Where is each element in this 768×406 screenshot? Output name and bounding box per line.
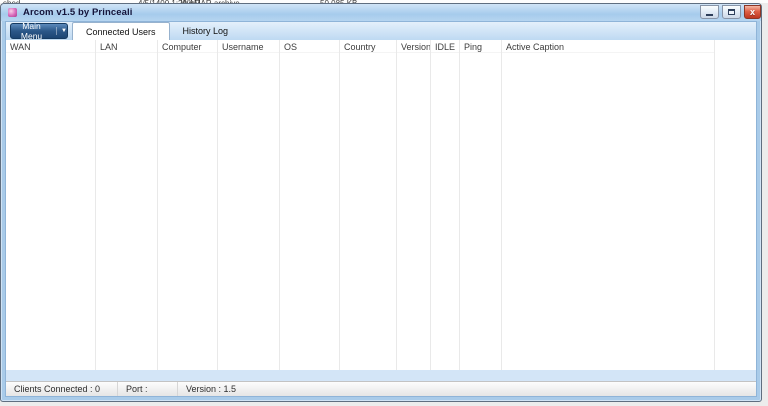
- column-header-version[interactable]: Version: [397, 40, 430, 53]
- status-panel-clients-connected: Clients Connected : 0: [6, 382, 118, 396]
- tab-history-log[interactable]: History Log: [170, 22, 242, 40]
- column-computer: Computer: [158, 40, 218, 370]
- chevron-down-icon: ▼: [56, 27, 67, 35]
- status-panel-port: Port :: [118, 382, 178, 396]
- app-window: Arcom v1.5 by Princeali x Main Menu ▼ Co…: [0, 3, 762, 402]
- column-country: Country: [340, 40, 397, 370]
- tab-strip: Main Menu ▼ Connected UsersHistory Log: [6, 22, 756, 40]
- column-header-country[interactable]: Country: [340, 40, 396, 53]
- empty-band: [6, 370, 756, 381]
- column-header-active-caption[interactable]: Active Caption: [502, 40, 714, 53]
- tab-connected-users[interactable]: Connected Users: [72, 22, 170, 40]
- title-bar[interactable]: Arcom v1.5 by Princeali x: [1, 4, 761, 21]
- column-ping: Ping: [460, 40, 502, 370]
- app-icon: [8, 8, 17, 17]
- status-panel-version: Version : 1.5: [178, 382, 756, 396]
- maximize-button[interactable]: [722, 5, 741, 19]
- tab-list: Connected UsersHistory Log: [72, 22, 241, 40]
- users-table: WANLANComputerUsernameOSCountryVersionID…: [6, 40, 756, 370]
- column-username: Username: [218, 40, 280, 370]
- column-os: OS: [280, 40, 340, 370]
- column-header-username[interactable]: Username: [218, 40, 279, 53]
- column-header-lan[interactable]: LAN: [96, 40, 157, 53]
- maximize-icon: [728, 9, 735, 15]
- column-header-computer[interactable]: Computer: [158, 40, 217, 53]
- window-title: Arcom v1.5 by Princeali: [23, 7, 133, 18]
- column-header-idle[interactable]: IDLE: [431, 40, 459, 53]
- minimize-icon: [706, 14, 713, 16]
- column-wan: WAN: [6, 40, 96, 370]
- close-button[interactable]: x: [744, 5, 761, 19]
- column-filler: [715, 40, 756, 370]
- column-header-ping[interactable]: Ping: [460, 40, 501, 53]
- column-header-os[interactable]: OS: [280, 40, 339, 53]
- close-icon: x: [750, 6, 755, 18]
- status-bar: Clients Connected : 0Port :Version : 1.5: [6, 381, 756, 396]
- column-header-wan[interactable]: WAN: [6, 40, 95, 53]
- window-content: Main Menu ▼ Connected UsersHistory Log W…: [5, 21, 757, 397]
- column-active-caption: Active Caption: [502, 40, 715, 370]
- column-lan: LAN: [96, 40, 158, 370]
- column-version: Version: [397, 40, 431, 370]
- minimize-button[interactable]: [700, 5, 719, 19]
- column-idle: IDLE: [431, 40, 460, 370]
- window-controls: x: [700, 5, 761, 19]
- main-menu-button[interactable]: Main Menu ▼: [10, 23, 68, 39]
- main-menu-label: Main Menu: [11, 21, 52, 41]
